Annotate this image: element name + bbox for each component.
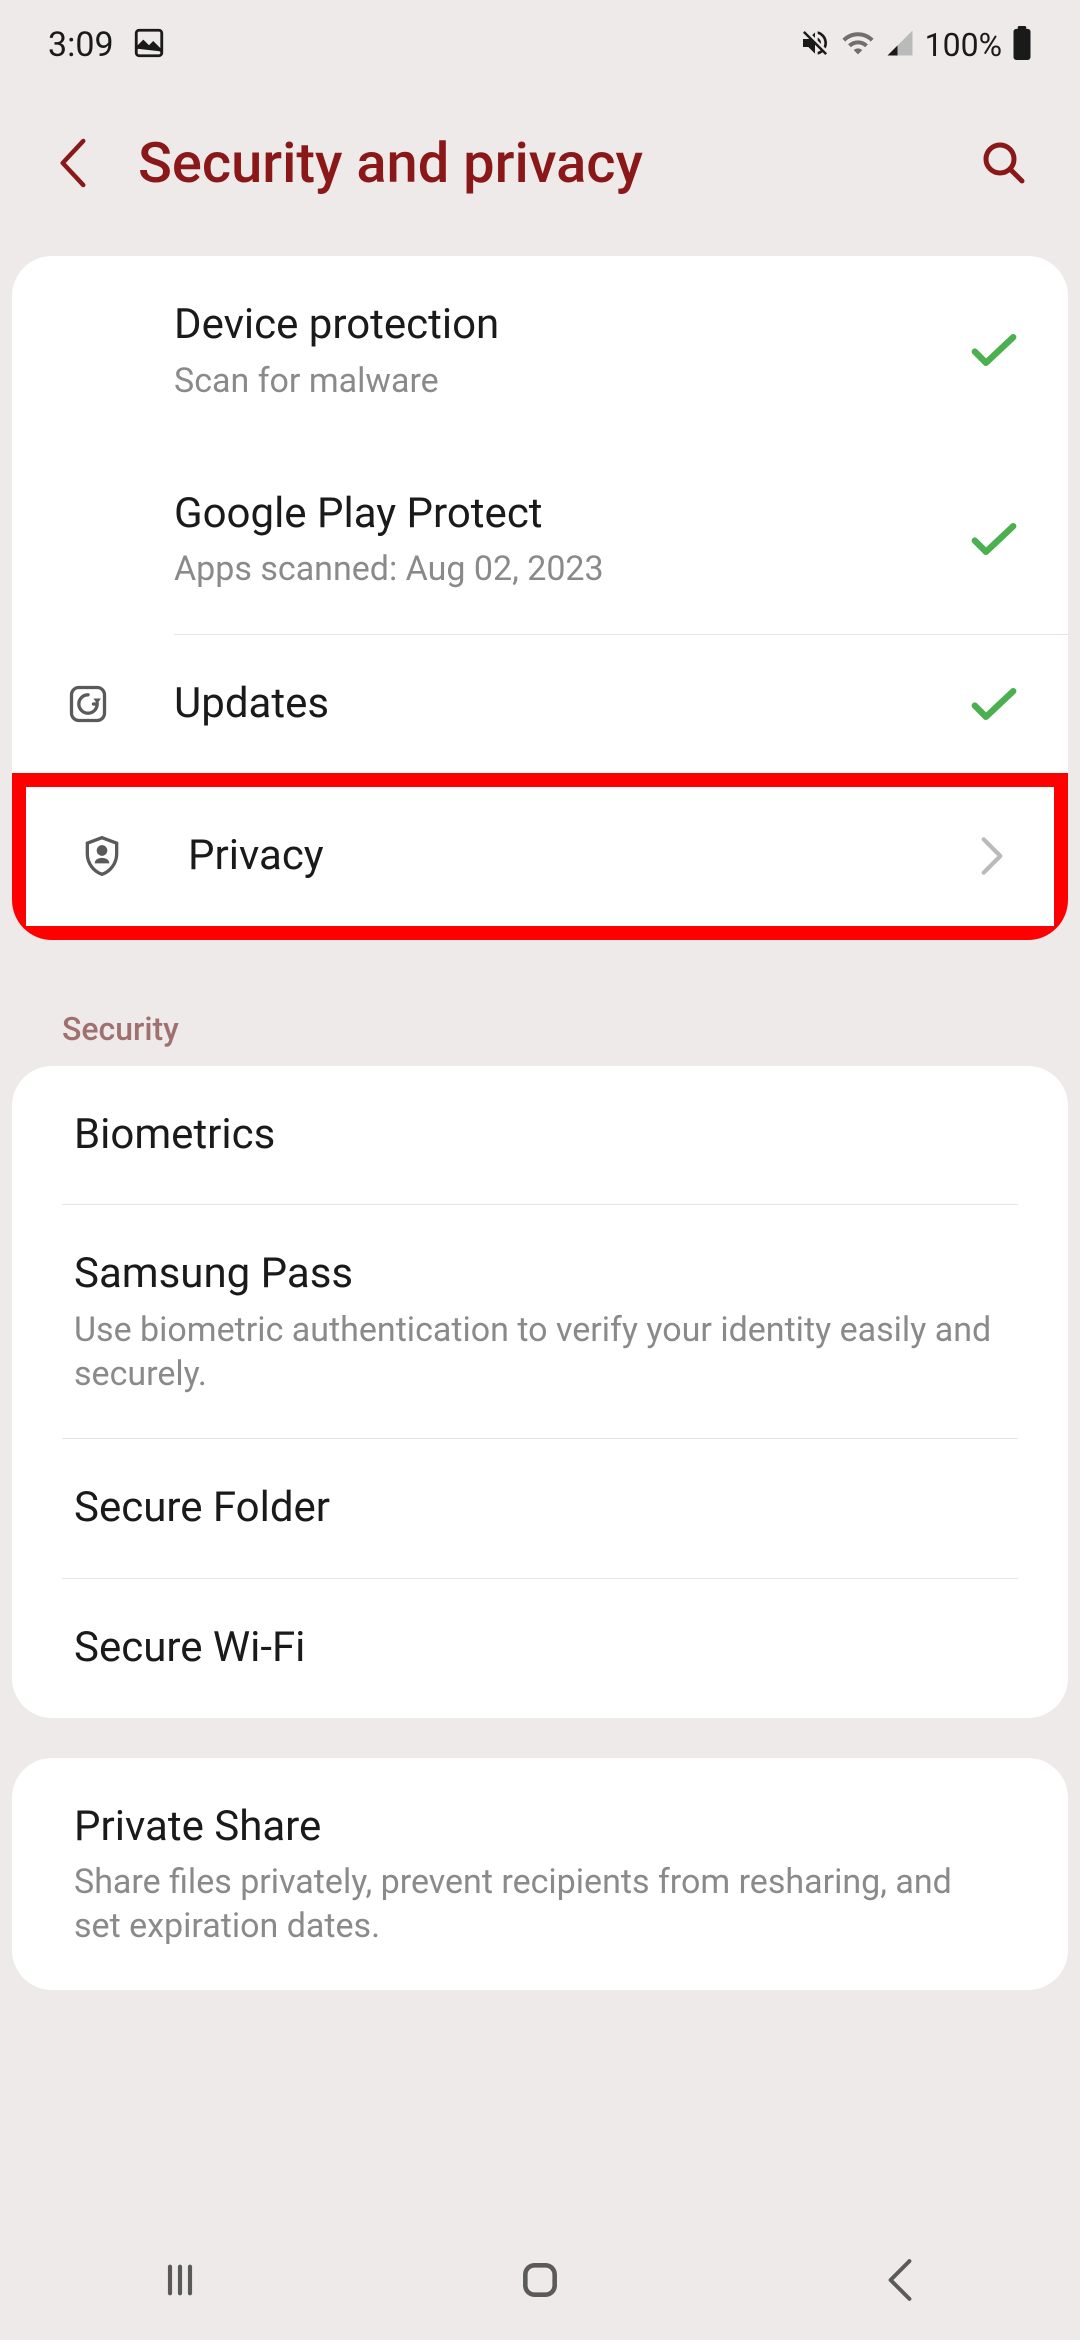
list-item-title: Private Share: [74, 1800, 1006, 1855]
list-item-title: Privacy: [188, 829, 960, 884]
navigation-bar: [0, 2220, 1080, 2340]
picture-icon: [132, 26, 166, 64]
search-button[interactable]: [976, 135, 1032, 191]
page-title: Security and privacy: [138, 130, 936, 196]
section-overview-card: Device protection Scan for malware Googl…: [12, 256, 1068, 940]
status-bar: 3:09 100%: [0, 0, 1080, 90]
list-item-google-play-protect[interactable]: Google Play Protect Apps scanned: Aug 02…: [12, 445, 1068, 634]
header: Security and privacy: [0, 90, 1080, 256]
list-item-device-protection[interactable]: Device protection Scan for malware: [12, 256, 1068, 445]
list-item-privacy[interactable]: Privacy: [12, 773, 1068, 940]
list-item-secure-folder[interactable]: Secure Folder: [12, 1439, 1068, 1578]
privacy-shield-icon: [76, 830, 128, 882]
list-item-title: Secure Wi-Fi: [74, 1621, 1006, 1676]
list-item-title: Secure Folder: [74, 1481, 1006, 1536]
mute-icon: [799, 27, 831, 63]
status-time: 3:09: [48, 25, 114, 65]
battery-icon: [1012, 26, 1032, 64]
list-item-title: Device protection: [174, 298, 950, 353]
list-item-private-share[interactable]: Private Share Share files privately, pre…: [12, 1758, 1068, 1991]
checkmark-icon: [970, 332, 1018, 368]
nav-home-button[interactable]: [510, 2250, 570, 2310]
list-item-subtitle: Use biometric authentication to verify y…: [74, 1308, 1006, 1396]
nav-back-button[interactable]: [870, 2250, 930, 2310]
list-item-subtitle: Scan for malware: [174, 359, 950, 403]
list-item-biometrics[interactable]: Biometrics: [12, 1066, 1068, 1205]
status-left: 3:09: [48, 25, 166, 65]
list-item-updates[interactable]: Updates: [12, 635, 1068, 774]
status-right: 100%: [799, 26, 1032, 64]
section-header-security: Security: [0, 980, 1080, 1066]
nav-recent-button[interactable]: [150, 2250, 210, 2310]
list-item-subtitle: Share files privately, prevent recipient…: [74, 1860, 1006, 1948]
section-private-share-card: Private Share Share files privately, pre…: [12, 1758, 1068, 1991]
list-item-title: Samsung Pass: [74, 1247, 1006, 1302]
list-item-title: Biometrics: [74, 1108, 1006, 1163]
list-item-title: Updates: [174, 677, 950, 732]
list-item-samsung-pass[interactable]: Samsung Pass Use biometric authenticatio…: [12, 1205, 1068, 1438]
checkmark-icon: [970, 521, 1018, 557]
list-item-subtitle: Apps scanned: Aug 02, 2023: [174, 547, 950, 591]
back-button[interactable]: [48, 138, 98, 188]
chevron-right-icon: [980, 836, 1004, 876]
list-item-title: Google Play Protect: [174, 487, 950, 542]
signal-icon: [885, 28, 915, 62]
checkmark-icon: [970, 686, 1018, 722]
section-security-card: Biometrics Samsung Pass Use biometric au…: [12, 1066, 1068, 1718]
updates-icon: [62, 678, 114, 730]
battery-text: 100%: [925, 26, 1002, 64]
list-item-secure-wifi[interactable]: Secure Wi-Fi: [12, 1579, 1068, 1718]
wifi-icon: [841, 26, 875, 64]
